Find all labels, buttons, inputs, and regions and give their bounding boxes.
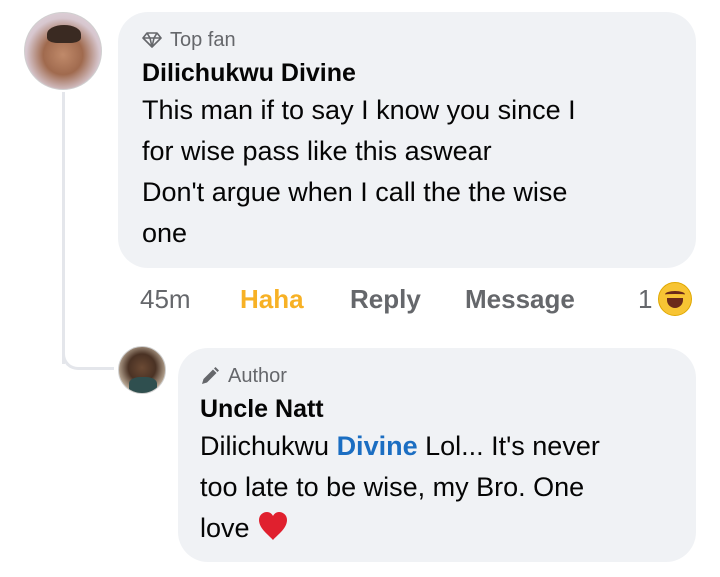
comment-actions: 45m Haha Reply Message 1 (140, 282, 700, 316)
comment-timestamp[interactable]: 45m (140, 282, 191, 316)
reply-line: too late to be wise, my Bro. One (200, 472, 585, 502)
top-fan-badge: Top fan (142, 26, 672, 54)
comment-line: for wise pass like this aswear (142, 136, 492, 166)
author-badge: Author (200, 362, 674, 390)
message-button[interactable]: Message (465, 282, 575, 316)
reply-bubble: Author Uncle Natt Dilichukwu Divine Lol.… (178, 348, 696, 562)
thread-line (62, 92, 65, 364)
mention-first-name[interactable]: Dilichukwu (200, 431, 329, 461)
comment-line: one (142, 218, 188, 248)
red-heart-icon (258, 512, 287, 540)
reply-text: Dilichukwu Divine Lol... It's never too … (200, 426, 674, 549)
badge-label: Top fan (170, 28, 236, 51)
reaction-count[interactable]: 1 (638, 282, 652, 316)
haha-reaction-button[interactable]: Haha (240, 282, 304, 316)
reply-line: Dilichukwu Divine Lol... It's never (200, 426, 674, 467)
reply-button[interactable]: Reply (350, 282, 421, 316)
reply-line-rest: Lol... It's never (417, 431, 600, 461)
badge-label: Author (228, 364, 287, 387)
avatar-reply-author[interactable] (118, 346, 166, 394)
comment-line: Don't argue when I call the the wise (142, 177, 568, 207)
avatar-commenter[interactable] (24, 12, 102, 90)
comment-author-name[interactable]: Dilichukwu Divine (142, 56, 672, 90)
comment-bubble: Top fan Dilichukwu Divine This man if to… (118, 12, 696, 268)
reply-line: love (200, 508, 674, 549)
laughing-emoji-icon[interactable] (658, 282, 692, 316)
comment-line: This man if to say I know you since I (142, 95, 576, 125)
reply-line-text: love (200, 513, 250, 543)
mention-link[interactable]: Divine (337, 431, 418, 461)
thread-connector (62, 354, 114, 370)
diamond-icon (142, 32, 162, 48)
pencil-icon (202, 367, 219, 384)
comment-text: This man if to say I know you since I fo… (142, 90, 672, 254)
reply-author-name[interactable]: Uncle Natt (200, 392, 674, 426)
